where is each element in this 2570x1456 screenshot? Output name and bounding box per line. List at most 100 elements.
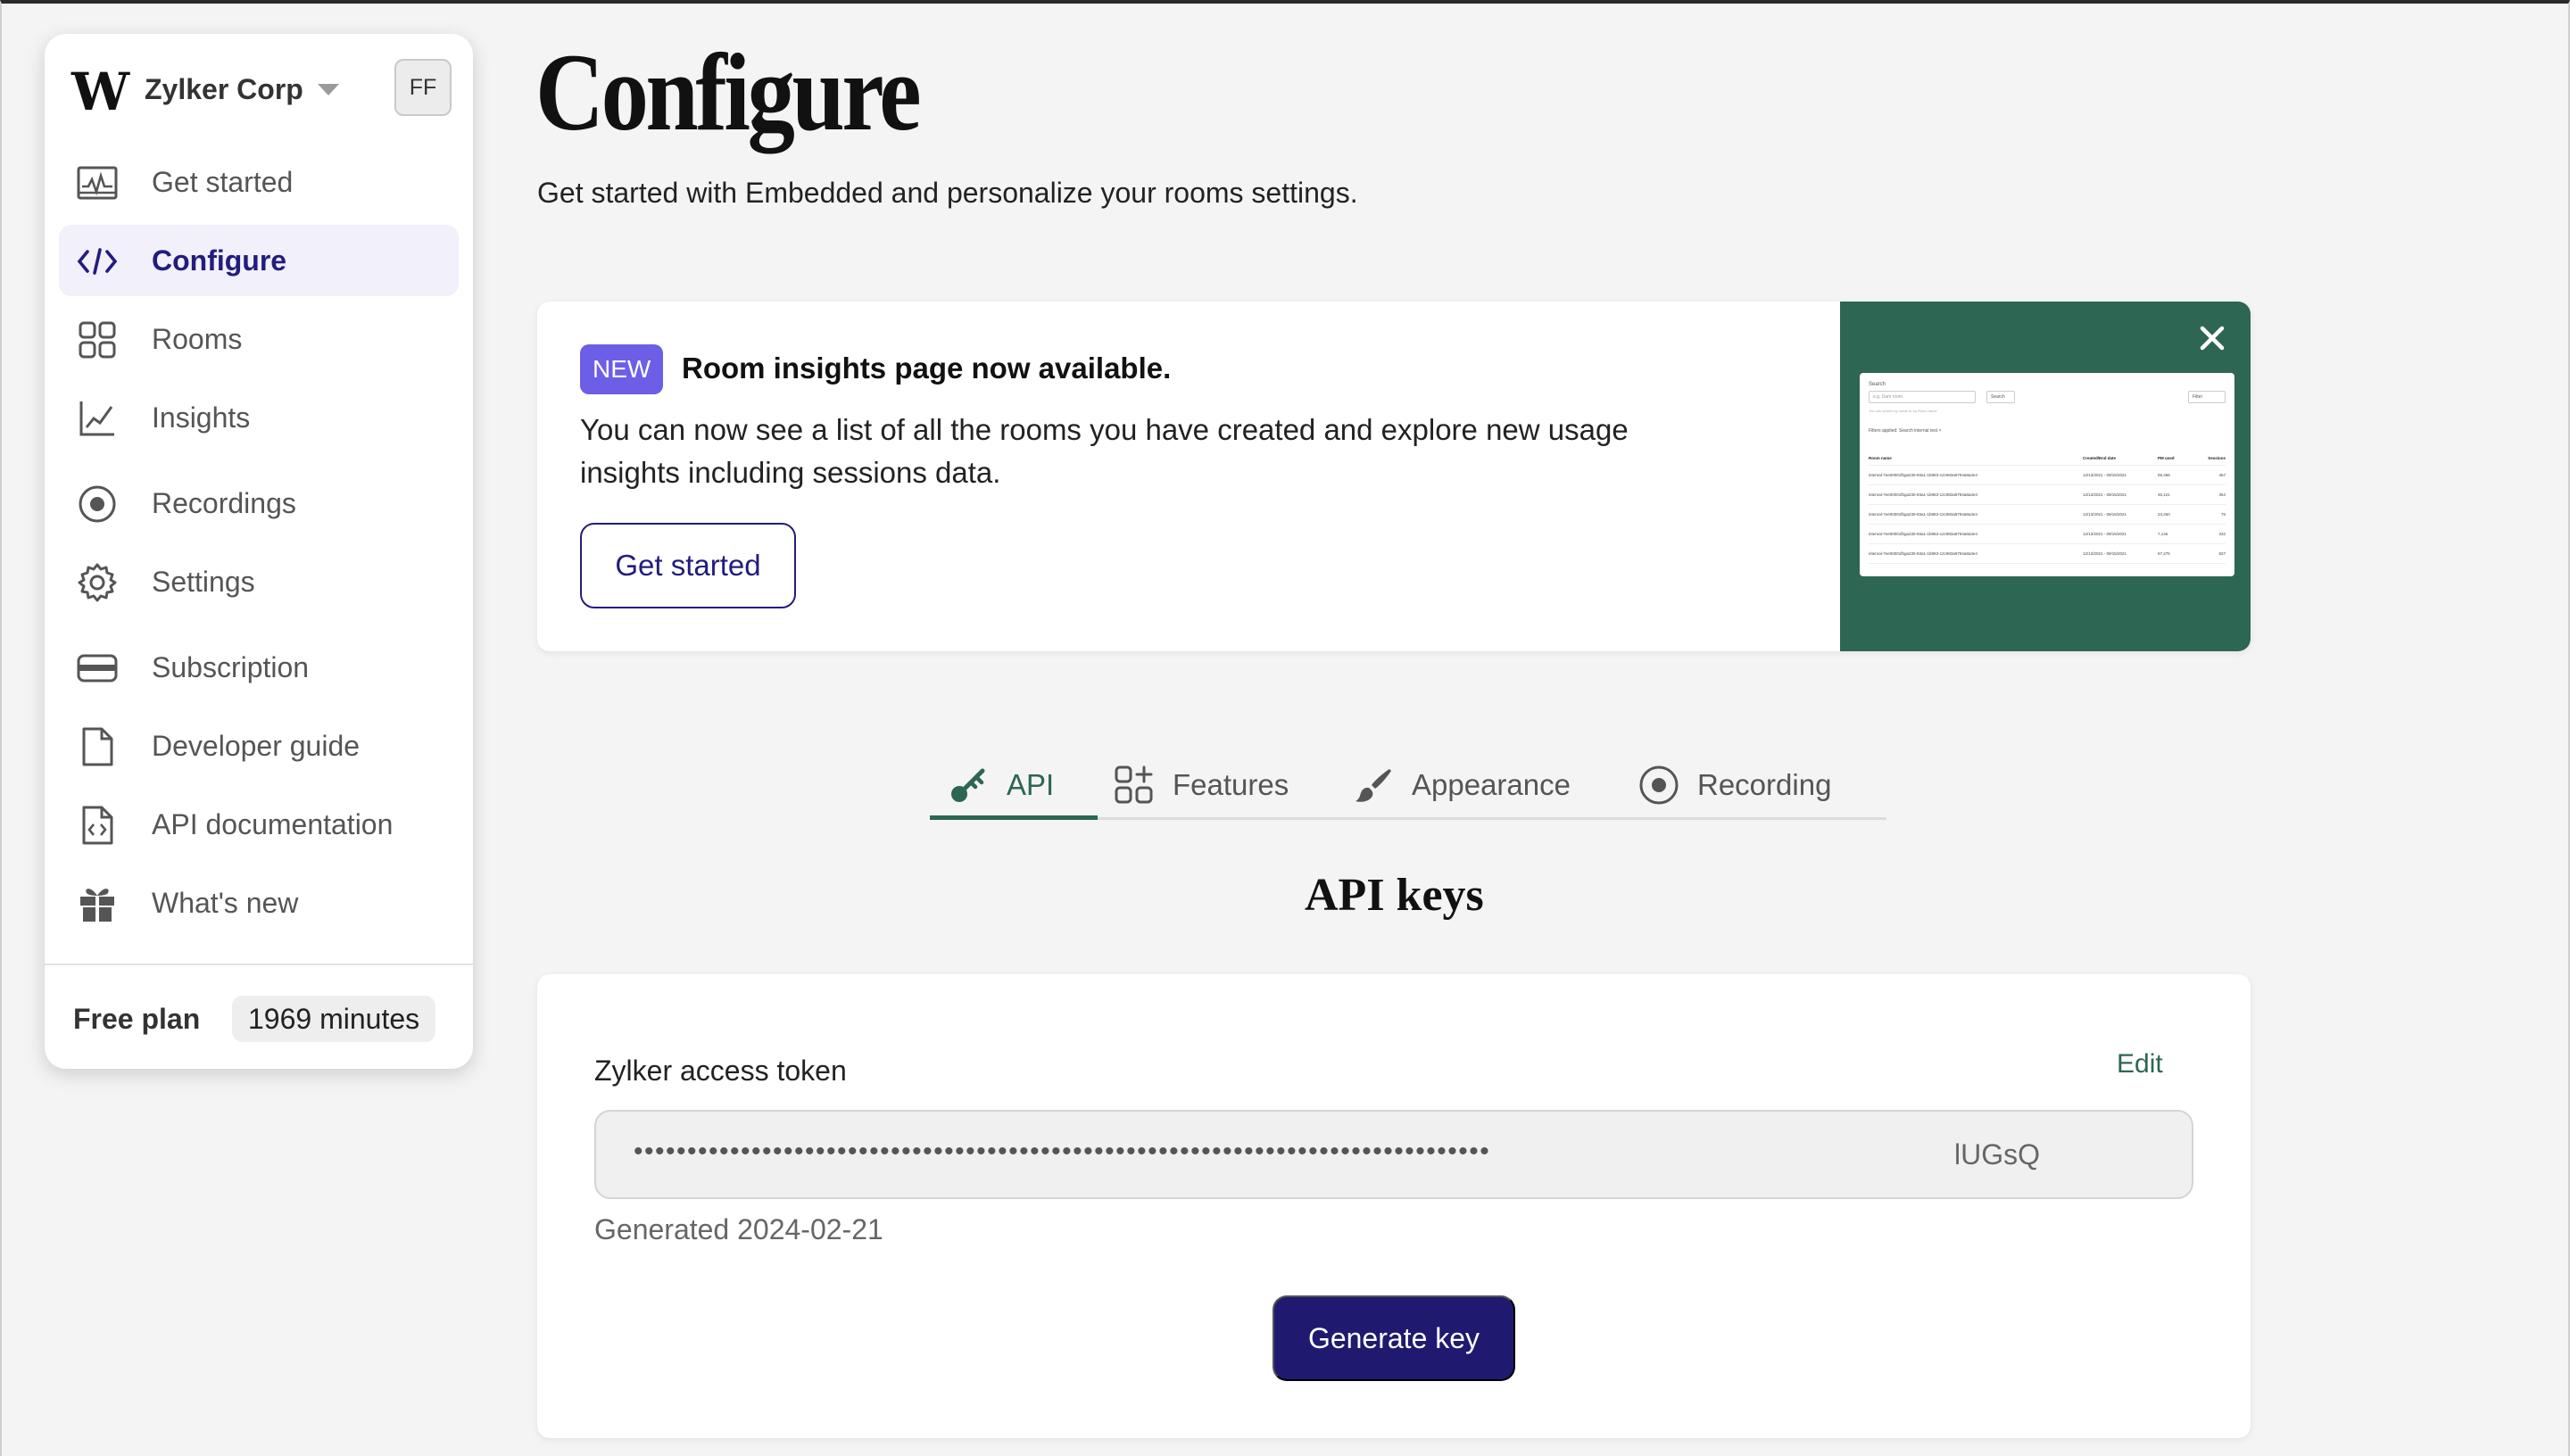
preview-cell: internal-7ee00001fbga230-93a1-1b983-12c9…	[1869, 532, 1977, 536]
sidebar-item-developer-guide[interactable]: Developer guide	[59, 710, 459, 782]
code-icon	[77, 241, 118, 282]
edit-token-link[interactable]: Edit	[2117, 1049, 2163, 1080]
tab-api[interactable]: API	[948, 753, 1054, 817]
close-icon	[2199, 325, 2226, 352]
sidebar-item-recordings[interactable]: Recordings	[59, 467, 459, 539]
generate-key-button[interactable]: Generate key	[1273, 1295, 1515, 1381]
key-icon	[948, 765, 989, 806]
grid-icon	[77, 319, 118, 360]
generated-date: Generated 2024-02-21	[594, 1213, 883, 1245]
document-icon	[77, 726, 118, 767]
preview-cell: internal-7ee00001fbga230-93a1-1b983-12c9…	[1869, 512, 1977, 517]
sidebar-item-rooms[interactable]: Rooms	[59, 303, 459, 375]
preview-cell: 364	[2218, 492, 2226, 497]
preview-cell: 23,260	[2158, 512, 2170, 517]
sidebar-item-whats-new[interactable]: What's new	[59, 867, 459, 939]
new-badge: NEW	[580, 344, 664, 394]
sidebar-item-label: Insights	[152, 401, 251, 434]
api-keys-card: Zylker access token Edit •••••••••••••••…	[537, 974, 2251, 1438]
close-banner-button[interactable]	[2190, 316, 2234, 360]
tab-recording[interactable]: Recording	[1638, 753, 1831, 817]
preview-cell: internal-7ee00001fbga230-93a1-1b983-12c9…	[1869, 551, 1977, 556]
record-icon	[1638, 765, 1679, 806]
tab-appearance[interactable]: Appearance	[1353, 753, 1571, 817]
preview-table-row: internal-7ee00001fbga230-93a1-1b983-12c9…	[1869, 525, 2226, 544]
preview-table-header: Room name Created/End date PM used Sessi…	[1869, 451, 2226, 466]
page-title: Configure	[535, 31, 922, 153]
preview-cell: 12/13/2021 - 09/15/2021	[2083, 512, 2127, 517]
preview-search-button: Search	[1986, 391, 2015, 403]
section-title: API keys	[1305, 870, 1484, 921]
preview-cell: internal-7ee00001fbga230-93a1-1b983-12c9…	[1869, 473, 1977, 477]
token-masked-value: ••••••••••••••••••••••••••••••••••••••••…	[634, 1137, 1491, 1166]
preview-cell: 75	[2220, 512, 2226, 517]
gift-icon	[77, 883, 118, 924]
sidebar-item-api-documentation[interactable]: API documentation	[59, 789, 459, 860]
tab-label: API	[1007, 768, 1055, 801]
preview-hint: You can search by name or by Room name	[1869, 409, 1937, 413]
preview-cell: 67,275	[2158, 551, 2170, 556]
org-switcher-name[interactable]: Zylker Corp	[145, 73, 303, 106]
plan-label: Free plan	[73, 1003, 201, 1035]
preview-col: Room name	[1869, 456, 1892, 460]
tab-features[interactable]: Features	[1114, 753, 1289, 817]
sidebar-item-label: Subscription	[152, 651, 310, 683]
preview-table-row: internal-7ee00001fbga230-93a1-1b983-12c9…	[1869, 505, 2226, 525]
access-token-field[interactable]: ••••••••••••••••••••••••••••••••••••••••…	[594, 1110, 2193, 1199]
line-chart-icon	[77, 398, 118, 439]
announcement-banner: NEW Room insights page now available. Yo…	[537, 302, 2251, 651]
preview-col: Created/End date	[2083, 456, 2117, 460]
features-icon	[1114, 765, 1155, 806]
user-avatar[interactable]: FF	[394, 59, 452, 116]
tab-label: Recording	[1697, 768, 1832, 801]
sidebar: W Zylker Corp FF Get started Configure R…	[45, 34, 473, 1069]
dashboard-chart-icon	[77, 162, 118, 203]
sidebar-item-label: Rooms	[152, 323, 243, 355]
sidebar-item-insights[interactable]: Insights	[59, 382, 459, 453]
preview-cell: 467	[2218, 473, 2226, 477]
preview-cell: 12/13/2021 - 09/15/2021	[2083, 532, 2127, 536]
preview-cell: internal-7ee00001fbga230-93a1-1b983-12c9…	[1869, 492, 1977, 497]
sidebar-item-configure[interactable]: Configure	[59, 225, 459, 296]
token-label: Zylker access token	[594, 1055, 847, 1087]
preview-cell: 12/13/2021 - 09/15/2021	[2083, 551, 2127, 556]
sidebar-item-get-started[interactable]: Get started	[59, 146, 459, 218]
preview-search-input: e.g. Dam room	[1869, 391, 1976, 403]
token-suffix: lUGsQ	[1954, 1138, 2040, 1171]
preview-search-label: Search	[1869, 382, 1886, 387]
chevron-down-icon[interactable]	[318, 84, 339, 95]
gear-icon	[77, 562, 118, 603]
preview-cell: 12/13/2021 - 09/15/2021	[2083, 473, 2127, 477]
preview-filter-button: Filter	[2188, 391, 2226, 403]
page-subtitle: Get started with Embedded and personaliz…	[537, 177, 1358, 209]
sidebar-divider	[45, 964, 473, 965]
preview-col: Sessions	[2208, 456, 2226, 460]
preview-cell: 46,121	[2158, 492, 2170, 497]
config-tabs: API Features Appearance Recording	[930, 735, 1886, 824]
preview-cell: 827	[2218, 551, 2226, 556]
sidebar-item-label: Get started	[152, 166, 294, 198]
banner-title: Room insights page now available.	[682, 352, 1172, 385]
sidebar-item-subscription[interactable]: Subscription	[59, 632, 459, 703]
preview-cell: 12/13/2021 - 09/15/2021	[2083, 492, 2127, 497]
sidebar-item-label: Developer guide	[152, 730, 361, 762]
preview-cell: 332	[2218, 532, 2226, 536]
preview-table-row: internal-7ee00001fbga230-93a1-1b983-12c9…	[1869, 466, 2226, 485]
sidebar-item-label: Recordings	[152, 487, 296, 519]
record-icon	[77, 484, 118, 525]
preview-filters-applied: Filters applied: Search internal test ×	[1869, 428, 1942, 434]
tab-label: Features	[1173, 768, 1289, 801]
sidebar-item-settings[interactable]: Settings	[59, 546, 459, 617]
active-tab-indicator	[930, 815, 1098, 820]
preview-table-row: internal-7ee00001fbga230-93a1-1b983-12c9…	[1869, 544, 2226, 564]
minutes-badge: 1969 minutes	[232, 996, 436, 1042]
get-started-button[interactable]: Get started	[580, 523, 796, 608]
sidebar-item-label: API documentation	[152, 808, 394, 840]
preview-table: Room name Created/End date PM used Sessi…	[1869, 451, 2226, 564]
tab-label: Appearance	[1412, 768, 1571, 801]
sidebar-item-label: Settings	[152, 566, 255, 598]
brand-logo[interactable]: W	[71, 66, 129, 118]
insights-preview-image: Search e.g. Dam room Search Filter You c…	[1860, 373, 2234, 576]
preview-cell: 7,146	[2158, 532, 2168, 536]
banner-text: You can now see a list of all the rooms …	[580, 413, 1629, 489]
